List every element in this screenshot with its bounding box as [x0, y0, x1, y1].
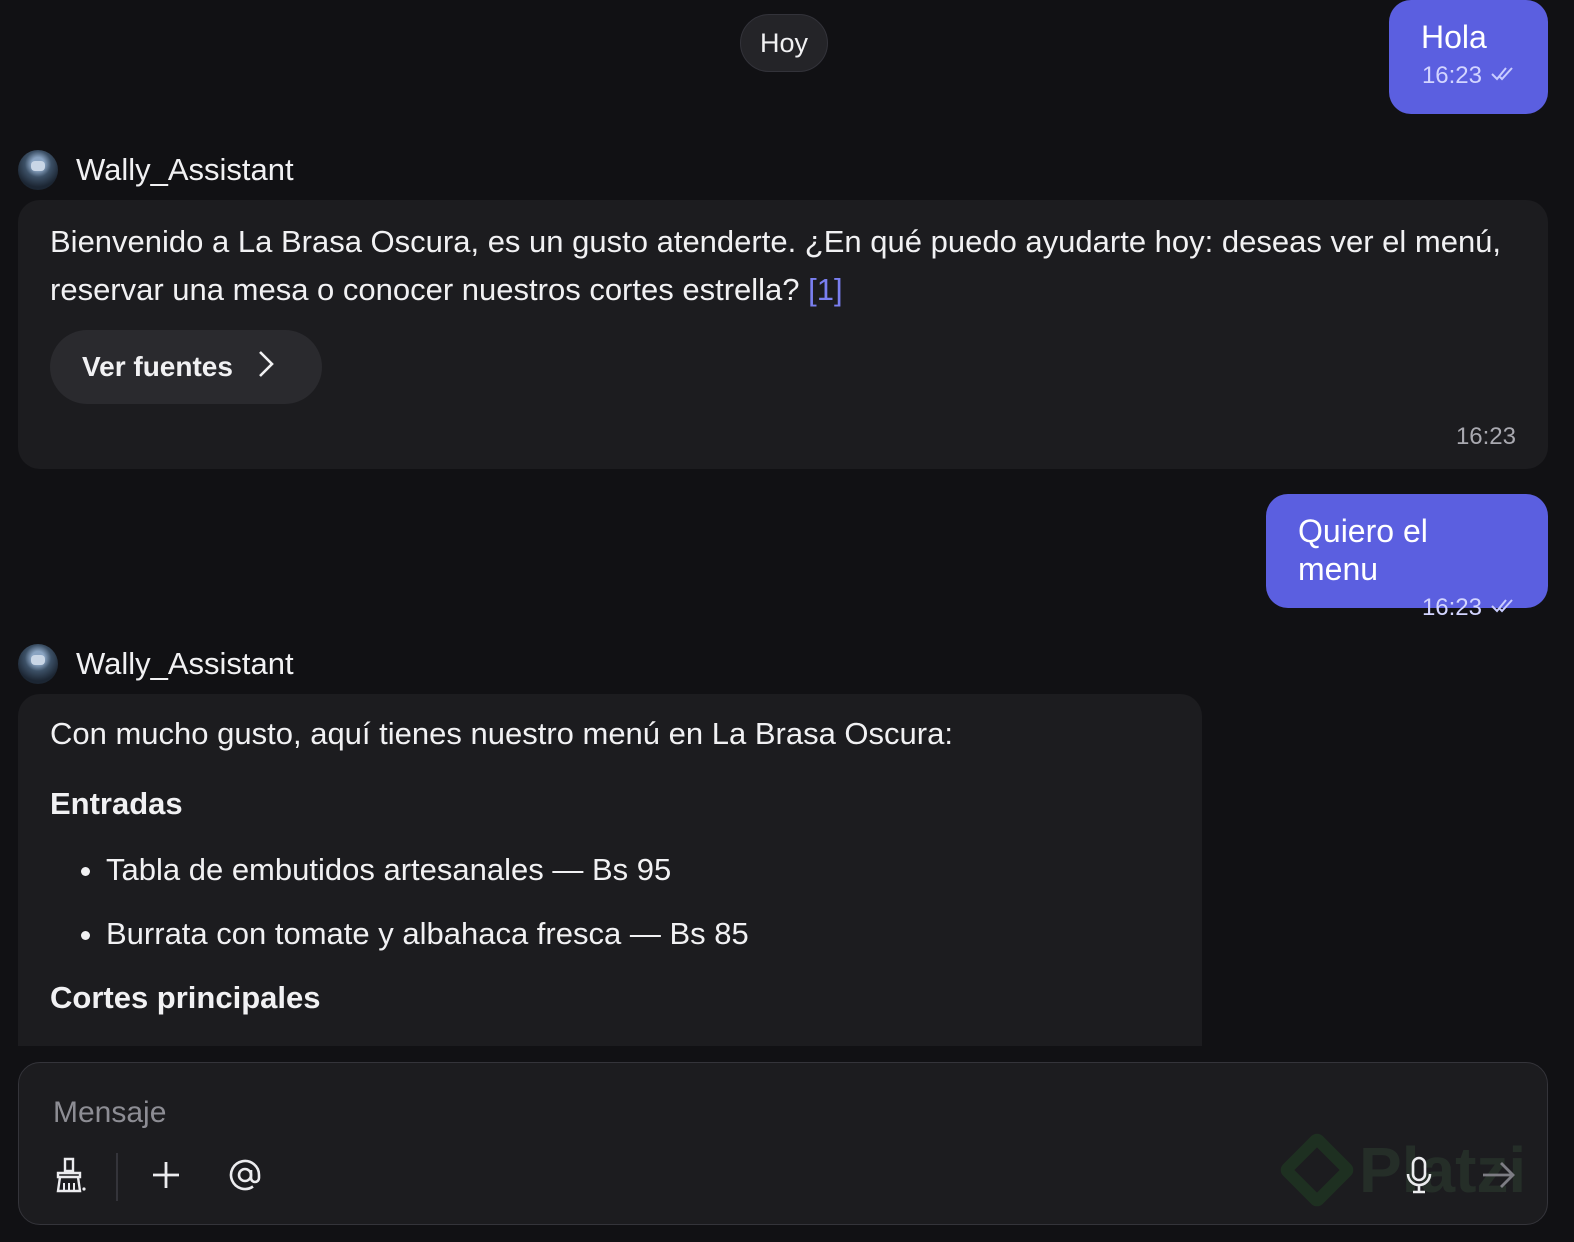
sender-name: Wally_Assistant [76, 646, 294, 681]
menu-section-title: Cortes principales [50, 980, 321, 1015]
message-time: 16:23 [1421, 62, 1482, 89]
assistant-avatar [18, 150, 58, 190]
send-arrow-icon[interactable] [1477, 1153, 1521, 1197]
brush-icon[interactable] [47, 1153, 91, 1197]
sender-name: Wally_Assistant [76, 152, 294, 187]
assistant-sender: Wally_Assistant [18, 644, 294, 684]
date-separator: Hoy [740, 14, 828, 72]
double-check-icon [1490, 62, 1516, 90]
view-sources-button[interactable]: Ver fuentes [50, 330, 322, 404]
message-time: 16:23 [1421, 594, 1482, 621]
menu-list: Tabla de embutidos artesanales — Bs 95 B… [50, 850, 1170, 954]
assistant-message-bubble: Bienvenido a La Brasa Oscura, es un gust… [18, 200, 1548, 469]
message-meta: 16:23 [1298, 594, 1516, 622]
message-text: Quiero el menu [1298, 513, 1428, 587]
message-intro: Con mucho gusto, aquí tienes nuestro men… [50, 716, 953, 751]
message-meta: 16:23 [1421, 62, 1516, 90]
assistant-sender: Wally_Assistant [18, 150, 294, 190]
menu-section-title: Entradas [50, 786, 183, 821]
platzi-logo-icon [1277, 1130, 1357, 1210]
message-input[interactable] [51, 1085, 1255, 1141]
user-message-bubble: Hola 16:23 [1389, 0, 1548, 114]
message-time: 16:23 [1455, 423, 1516, 450]
plus-icon[interactable] [144, 1153, 188, 1197]
double-check-icon [1490, 594, 1516, 622]
chevron-right-icon [257, 349, 275, 386]
user-message-bubble: Quiero el menu 16:23 [1266, 494, 1548, 621]
menu-item: Tabla de embutidos artesanales — Bs 95 [106, 850, 1170, 890]
at-icon[interactable] [223, 1153, 267, 1197]
assistant-avatar [18, 644, 58, 684]
message-composer: Platzi [18, 1062, 1548, 1225]
citation-link[interactable]: [1] [808, 272, 842, 307]
microphone-icon[interactable] [1397, 1153, 1441, 1197]
message-text: Bienvenido a La Brasa Oscura, es un gust… [50, 224, 1502, 307]
toolbar-divider [116, 1153, 118, 1201]
assistant-message-bubble: Con mucho gusto, aquí tienes nuestro men… [18, 694, 1202, 1046]
message-text: Hola [1421, 19, 1487, 55]
menu-item: Burrata con tomate y albahaca fresca — B… [106, 914, 1170, 954]
